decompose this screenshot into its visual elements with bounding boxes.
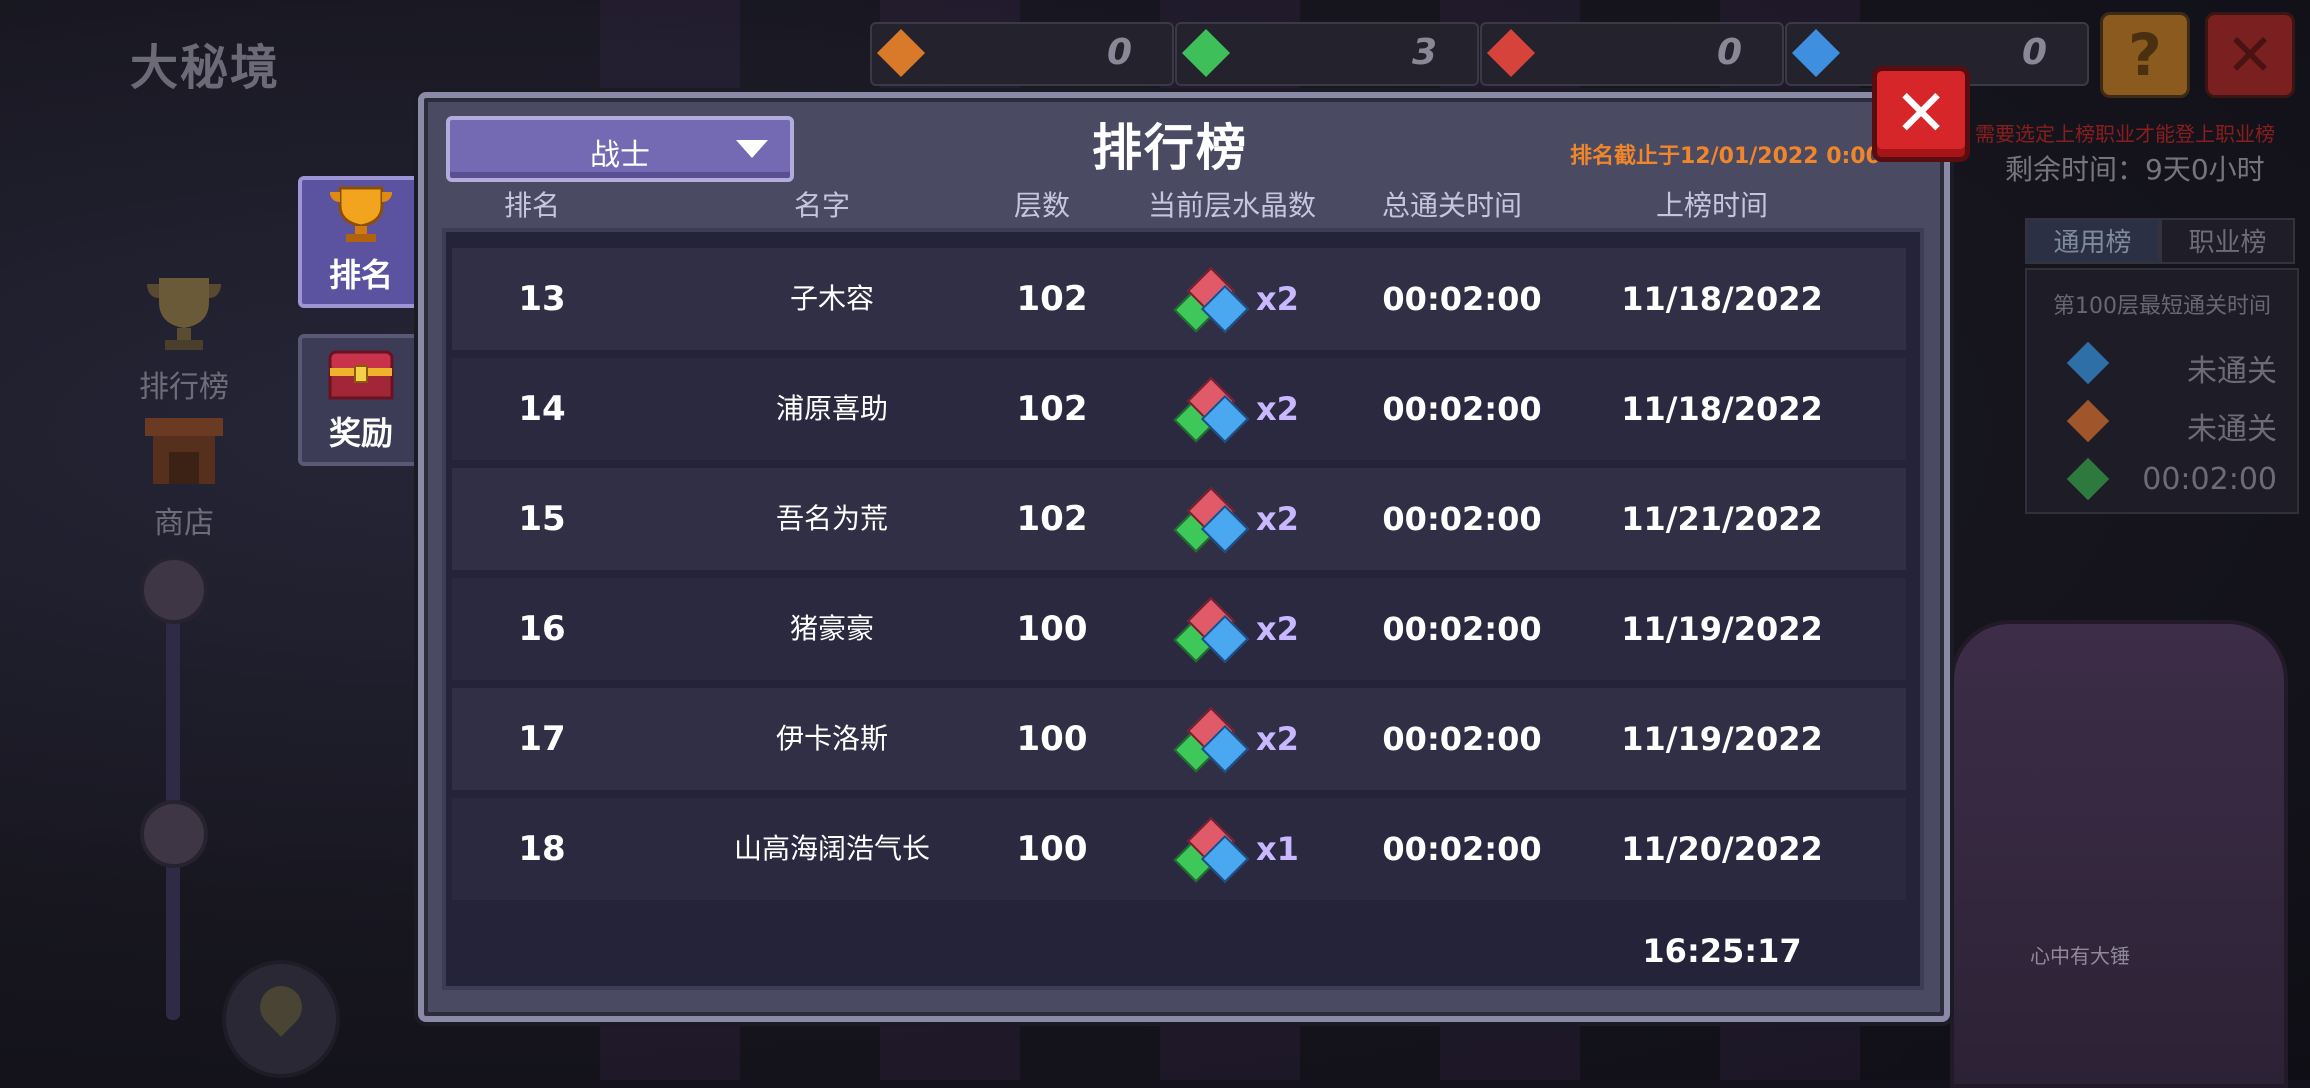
shrine-label: 心中有大锤 bbox=[2030, 944, 2130, 968]
treasure-chest-icon bbox=[328, 350, 394, 400]
tab-general[interactable]: 通用榜 bbox=[2025, 218, 2160, 264]
resource-counter-green: 3 bbox=[1175, 22, 1479, 86]
trophy-icon bbox=[330, 186, 392, 242]
fastest-clear-row: 00:02:00 bbox=[2027, 456, 2297, 506]
crystal-icon bbox=[1173, 816, 1250, 884]
class-select-dropdown[interactable]: 战士 bbox=[446, 116, 794, 182]
crystal-icon bbox=[1173, 266, 1250, 334]
resource-counter-orange: 0 bbox=[870, 22, 1174, 86]
floor-node[interactable] bbox=[140, 800, 208, 868]
shrine-illustration bbox=[1950, 620, 2288, 1088]
column-header-floor: 层数 bbox=[1013, 189, 1070, 222]
tab-rewards[interactable]: 奖励 bbox=[298, 334, 424, 466]
class-warning-text: 需要选定上榜职业才能登上职业榜 bbox=[1975, 122, 2275, 146]
red-crystal-icon bbox=[1486, 28, 1536, 78]
crystal-icon bbox=[1173, 706, 1250, 774]
green-crystal-icon bbox=[1181, 28, 1231, 78]
dialog-title: 排行榜 bbox=[1092, 119, 1248, 177]
tab-class[interactable]: 职业榜 bbox=[2160, 218, 2295, 264]
tab-ranking[interactable]: 排名 bbox=[298, 176, 424, 308]
ranking-cutoff-text: 排名截止于12/01/2022 0:00 bbox=[1570, 144, 1881, 169]
fire-crystal-icon bbox=[2066, 399, 2110, 443]
chevron-down-icon bbox=[736, 140, 768, 158]
resource-counter-red: 0 bbox=[1480, 22, 1784, 86]
table-row[interactable]: 15 吾名为荒 102 x2 00:02:00 11/21/2022 14:24… bbox=[452, 468, 1906, 640]
floor-node[interactable] bbox=[140, 556, 208, 624]
orange-crystal-icon bbox=[876, 28, 926, 78]
shop-icon bbox=[145, 418, 223, 484]
fastest-clear-row: 未通关 bbox=[2027, 340, 2297, 390]
table-row[interactable]: 18 山高海阔浩气长 100 x1 00:02:00 11/20/2022 16… bbox=[452, 798, 1906, 970]
column-header-rank: 排名 bbox=[503, 189, 560, 222]
table-row[interactable]: 13 子木容 102 x2 00:02:00 11/18/2022 00:46:… bbox=[452, 248, 1906, 420]
sidebar-item-shop[interactable]: 商店 bbox=[128, 412, 240, 542]
location-pin-icon bbox=[251, 977, 311, 1037]
table-row[interactable]: 14 浦原喜助 102 x2 00:02:00 11/18/2022 19:27… bbox=[452, 358, 1906, 530]
trophy-icon bbox=[147, 278, 221, 350]
column-header-name: 名字 bbox=[793, 189, 850, 222]
location-button[interactable] bbox=[222, 960, 340, 1078]
table-row[interactable]: 16 猪豪豪 100 x2 00:02:00 11/19/2022 00:15:… bbox=[452, 578, 1906, 750]
green-crystal-icon bbox=[2066, 457, 2110, 501]
help-button[interactable]: ? bbox=[2100, 12, 2190, 98]
crystal-icon bbox=[1173, 486, 1250, 554]
column-header-total-time: 总通关时间 bbox=[1381, 189, 1522, 222]
table-header: 排名 名字 层数 当前层水晶数 总通关时间 上榜时间 bbox=[442, 184, 1916, 226]
close-dialog-button[interactable]: ✕ bbox=[1872, 66, 1970, 162]
fastest-clear-header: 第100层最短通关时间 bbox=[2053, 294, 2271, 319]
leaderboard-type-tabs: 通用榜 职业榜 bbox=[2025, 218, 2295, 264]
screen-title: 大秘境 bbox=[130, 40, 281, 96]
close-screen-button[interactable]: ✕ bbox=[2205, 12, 2295, 98]
blue-crystal-icon bbox=[2066, 341, 2110, 385]
column-header-date: 上榜时间 bbox=[1655, 189, 1768, 222]
column-header-crystals: 当前层水晶数 bbox=[1147, 189, 1316, 222]
crystal-icon bbox=[1173, 376, 1250, 444]
fastest-clear-row: 未通关 bbox=[2027, 398, 2297, 448]
sidebar-item-leaderboard[interactable]: 排行榜 bbox=[128, 272, 240, 406]
table-row[interactable]: 17 伊卡洛斯 100 x2 00:02:00 11/19/2022 21:57… bbox=[452, 688, 1906, 860]
fastest-clear-box: 第100层最短通关时间 未通关 未通关 00:02:00 bbox=[2025, 268, 2299, 514]
blue-crystal-icon bbox=[1791, 28, 1841, 78]
remaining-time: 剩余时间：9天0小时 bbox=[2005, 153, 2265, 186]
crystal-icon bbox=[1173, 596, 1250, 664]
